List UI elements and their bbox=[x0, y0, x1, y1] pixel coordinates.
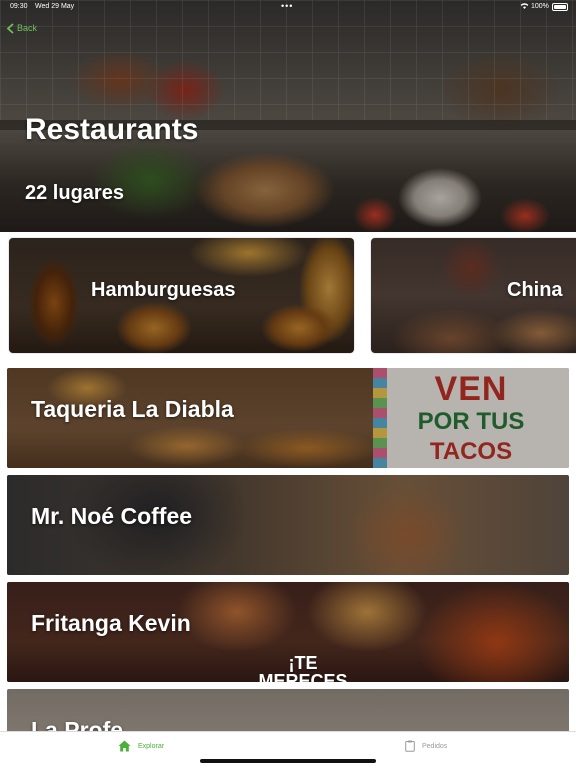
clipboard-icon bbox=[405, 740, 415, 752]
status-date: Wed 29 May bbox=[35, 3, 75, 10]
tab-pedidos[interactable]: Pedidos bbox=[405, 738, 447, 754]
restaurant-name: Mr. Noé Coffee bbox=[31, 503, 193, 529]
restaurant-card-mr-noe-coffee[interactable]: Mr. Noé Coffee bbox=[7, 475, 569, 575]
category-card-china[interactable]: China bbox=[371, 238, 576, 353]
page-title: Restaurants bbox=[25, 113, 199, 146]
restaurant-card-taqueria-la-diabla[interactable]: VEN POR TUS TACOS Taqueria La Diabla bbox=[7, 368, 569, 468]
restaurant-name: Fritanga Kevin bbox=[31, 610, 191, 636]
tab-label: Explorar bbox=[138, 742, 165, 750]
tab-explorar[interactable]: Explorar bbox=[118, 738, 164, 754]
back-button[interactable]: Back bbox=[6, 20, 37, 36]
restaurants-screen: 09:30 Wed 29 May ••• 100% Back Restauran… bbox=[0, 0, 576, 768]
restaurant-card-fritanga-kevin[interactable]: ¡TE MERECES Fritanga Kevin bbox=[7, 582, 569, 682]
category-label: China bbox=[507, 279, 563, 301]
promo-sticker: ¡TE MERECES bbox=[258, 653, 348, 682]
places-count: 22 lugares bbox=[25, 182, 124, 204]
home-icon bbox=[118, 740, 131, 752]
restaurant-name: Taqueria La Diabla bbox=[31, 396, 234, 422]
tab-label: Pedidos bbox=[422, 742, 448, 750]
hero-banner: 09:30 Wed 29 May ••• 100% Back Restauran… bbox=[0, 0, 576, 232]
wifi-icon bbox=[520, 3, 529, 9]
status-bar: 09:30 Wed 29 May ••• 100% bbox=[0, 0, 576, 16]
chevron-left-icon bbox=[6, 22, 14, 34]
battery-icon bbox=[552, 3, 568, 11]
battery-percentage: 100% bbox=[531, 3, 549, 10]
category-label: Hamburguesas bbox=[91, 279, 236, 301]
status-time: 09:30 bbox=[10, 3, 28, 10]
home-indicator[interactable] bbox=[200, 759, 376, 763]
multitasking-dots[interactable]: ••• bbox=[281, 1, 293, 11]
category-card-hamburguesas[interactable]: Hamburguesas bbox=[9, 238, 354, 353]
back-label: Back bbox=[17, 23, 38, 33]
